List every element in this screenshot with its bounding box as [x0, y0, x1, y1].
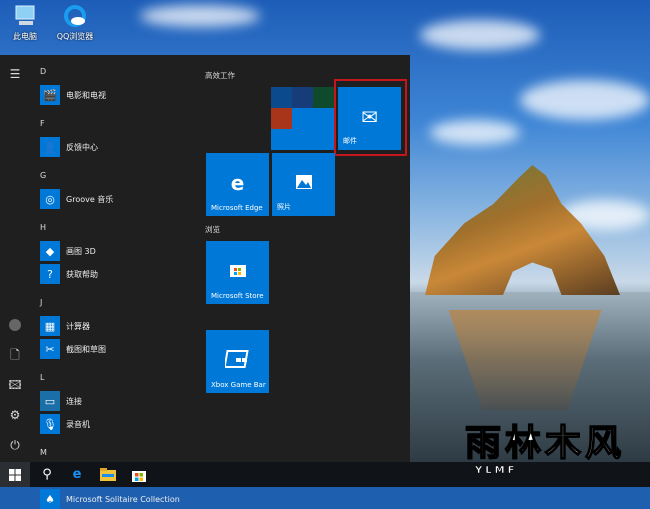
section-header-m[interactable]: M	[40, 448, 47, 457]
section-header-f[interactable]: F	[40, 119, 45, 128]
app-label: 获取帮助	[66, 269, 98, 279]
app-label: 画图 3D	[66, 246, 96, 256]
ylmf-watermark-logo: 雨林木风 YLMF	[464, 422, 625, 476]
calculator-icon: ▦	[40, 316, 60, 336]
start-rail: ☰ 🗋 🖾 ⚙ ⏻	[0, 55, 30, 462]
desktop-icon-qq-browser[interactable]: QQ浏览器	[50, 5, 100, 42]
start-menu: ☰ 🗋 🖾 ⚙ ⏻ D 🎬 电影和电视 F 👤 反馈中心 G ◎ Groove 音乐 H ◆ 画图 3…	[0, 55, 410, 509]
connect-icon: ▭	[40, 391, 60, 411]
app-label: 反馈中心	[66, 142, 98, 152]
hamburger-menu-icon[interactable]: ☰	[6, 65, 24, 83]
edge-icon: e	[230, 171, 245, 195]
app-list-item[interactable]: ♠ Microsoft Solitaire Collection	[40, 489, 190, 509]
help-icon: ?	[40, 264, 60, 284]
group-label-productivity: 高效工作	[205, 71, 235, 80]
section-header-j[interactable]: J	[40, 298, 42, 307]
app-list-item[interactable]: ▦ 计算器	[40, 316, 190, 336]
tile-office-folder[interactable]	[271, 87, 334, 150]
film-icon: 🎬	[40, 85, 60, 105]
file-explorer-icon[interactable]	[93, 462, 123, 487]
start-button[interactable]	[0, 462, 30, 487]
snip-icon: ✂	[40, 339, 60, 359]
section-header-h[interactable]: H	[40, 223, 46, 232]
user-avatar-icon[interactable]	[6, 316, 24, 334]
tile-edge[interactable]: e Microsoft Edge	[206, 153, 269, 216]
app-label: 截图和草图	[66, 344, 106, 354]
app-list-item[interactable]: ? 获取帮助	[40, 264, 190, 284]
xbox-game-bar-icon	[206, 348, 269, 375]
app-label: Microsoft Solitaire Collection	[66, 494, 180, 504]
app-label: 电影和电视	[66, 90, 106, 100]
taskbar-edge-icon[interactable]: e	[62, 462, 92, 487]
tile-photos[interactable]: 照片	[272, 153, 335, 216]
power-icon[interactable]: ⏻	[6, 436, 24, 454]
rock-arch	[425, 165, 620, 295]
settings-gear-icon[interactable]: ⚙	[6, 406, 24, 424]
documents-icon[interactable]: 🗋	[6, 346, 24, 364]
paint3d-icon: ◆	[40, 241, 60, 261]
qq-browser-icon	[63, 5, 87, 27]
store-icon	[206, 259, 269, 283]
pictures-icon[interactable]: 🖾	[6, 376, 24, 394]
app-label: 计算器	[66, 321, 90, 331]
tile-xbox-game-bar[interactable]: Xbox Game Bar	[206, 330, 269, 393]
taskbar-store-icon[interactable]	[124, 462, 154, 487]
tile-mail[interactable]: ✉ 邮件	[338, 87, 401, 150]
recorder-icon: 🎙	[40, 414, 60, 434]
app-list-item[interactable]: 🎬 电影和电视	[40, 85, 190, 105]
tile-store[interactable]: Microsoft Store	[206, 241, 269, 304]
app-list-item[interactable]: 👤 反馈中心	[40, 137, 190, 157]
solitaire-icon: ♠	[40, 489, 60, 509]
groove-icon: ◎	[40, 189, 60, 209]
desktop-icon-this-pc[interactable]: 此电脑	[0, 5, 50, 42]
app-list-item[interactable]: ◎ Groove 音乐	[40, 189, 190, 209]
app-list-item[interactable]: 🎙 录音机	[40, 414, 190, 434]
app-label: Groove 音乐	[66, 194, 114, 204]
section-header-l[interactable]: L	[40, 373, 44, 382]
windows-logo-icon	[9, 468, 21, 481]
computer-icon	[13, 5, 37, 27]
mail-icon: ✉	[361, 105, 378, 129]
section-header-g[interactable]: G	[40, 171, 46, 180]
feedback-icon: 👤	[40, 137, 60, 157]
search-icon[interactable]: ⚲	[32, 462, 62, 487]
section-header-d[interactable]: D	[40, 67, 46, 76]
photos-icon	[272, 171, 335, 195]
app-list-item[interactable]: ✂ 截图和草图	[40, 339, 190, 359]
group-label-browse: 浏览	[205, 225, 220, 234]
app-list-item[interactable]: ▭ 连接	[40, 391, 190, 411]
app-label: 录音机	[66, 419, 90, 429]
app-list-item[interactable]: ◆ 画图 3D	[40, 241, 190, 261]
app-label: 连接	[66, 396, 82, 406]
